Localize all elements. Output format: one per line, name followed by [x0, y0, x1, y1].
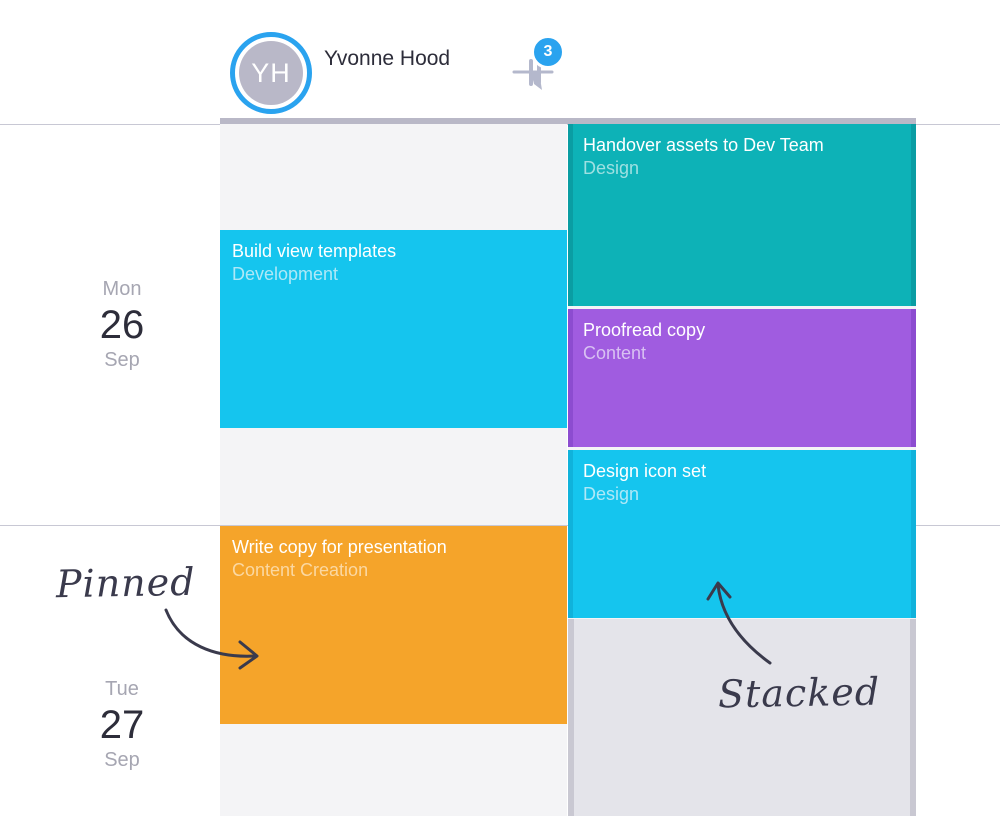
user-name[interactable]: Yvonne Hood [324, 47, 450, 71]
task-title: Handover assets to Dev Team [583, 135, 824, 155]
weekday-label: Tue [105, 678, 139, 700]
task-category: Design [583, 158, 640, 178]
task-title: Design icon set [583, 461, 707, 481]
task-card-handover-assets[interactable]: Handover assets to Dev Team Design [568, 124, 916, 306]
task-category: Design [583, 484, 640, 504]
task-card-proofread-copy[interactable]: Proofread copy Content [568, 309, 916, 447]
day-label-tue: Tue 27 Sep [80, 678, 164, 772]
task-category: Development [232, 264, 339, 284]
annotation-stacked: Stacked [717, 669, 881, 717]
task-title: Write copy for presentation [232, 537, 447, 557]
task-category: Content [583, 343, 647, 363]
month-label: Sep [104, 749, 140, 771]
avatar-initials: YH [239, 41, 303, 105]
annotation-arrow-pinned [164, 608, 259, 670]
day-label-mon: Mon 26 Sep [80, 278, 164, 372]
weekday-label: Mon [102, 278, 142, 300]
task-title: Build view templates [232, 241, 397, 261]
task-title: Proofread copy [583, 320, 706, 340]
day-number: 27 [99, 703, 145, 747]
month-label: Sep [104, 349, 140, 371]
task-card-write-copy[interactable]: Write copy for presentation Content Crea… [220, 526, 567, 724]
pinned-count-badge: 3 [531, 35, 565, 69]
avatar[interactable]: YH [230, 32, 312, 114]
task-card-build-view-templates[interactable]: Build view templates Development [220, 230, 567, 428]
task-category: Content Creation [232, 560, 369, 580]
annotation-arrow-stacked [706, 581, 772, 665]
day-number: 26 [99, 303, 145, 347]
